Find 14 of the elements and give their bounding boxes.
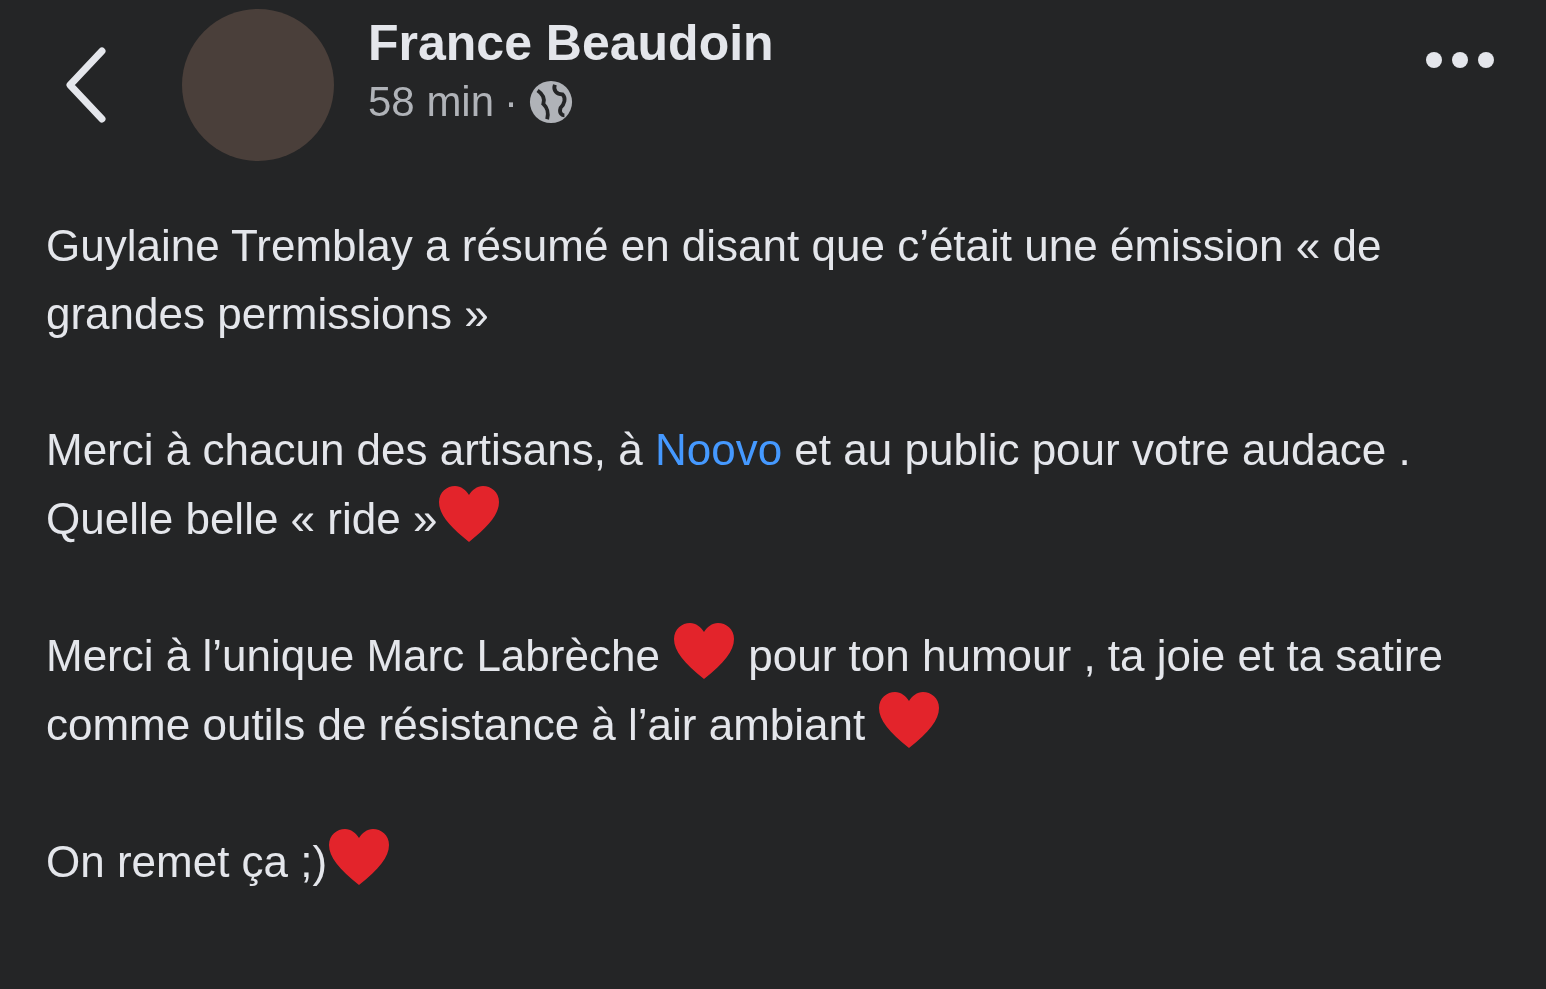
post-paragraph: On remet ça ;) <box>46 827 1506 896</box>
post-paragraph: Merci à l’unique Marc Labrèche pour ton humour , ta joie et ta satire comme outils de résistance à l’air ambiant <box>46 621 1506 759</box>
author-name[interactable]: France Beaudoin <box>368 14 1424 72</box>
post-paragraph: Merci à chacun des artisans, à Noovo et au public pour votre audace . Quelle belle « ride » <box>46 424 1412 546</box>
more-options-icon[interactable] <box>1424 50 1496 70</box>
heart-icon <box>327 827 392 887</box>
page-link[interactable]: Noovo <box>654 425 783 474</box>
post-time[interactable]: 58 min <box>368 78 495 126</box>
separator-dot: · <box>504 78 519 126</box>
globe-icon <box>528 79 575 125</box>
post-paragraph: Guylaine Tremblay a résumé en disant que c’était une émission « de grandes permissions » <box>46 220 1383 340</box>
heart-icon <box>437 484 502 544</box>
heart-icon <box>877 690 942 750</box>
heart-icon <box>672 621 737 681</box>
